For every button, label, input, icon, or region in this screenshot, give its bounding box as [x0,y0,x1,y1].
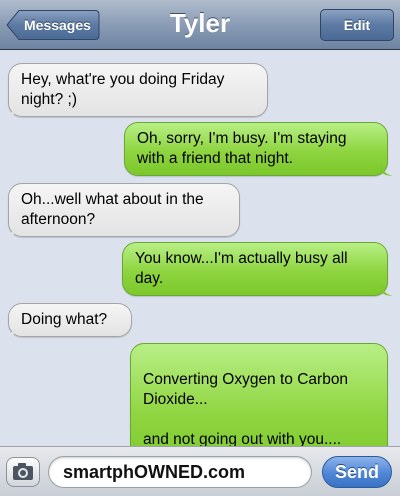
message-text: Oh...well what about in the afternoon? [21,191,204,228]
message-input[interactable]: smartphOWNED.com [48,456,312,488]
camera-icon [13,463,33,480]
message-text: Hey, what're you doing Friday night? ;) [21,71,225,108]
message-bubble-outgoing: You know...I'm actually busy all day. [122,242,393,296]
bubble-tail [3,105,15,117]
composer-bar: smartphOWNED.com Send [0,446,400,496]
send-button[interactable]: Send [322,456,392,488]
message-thread[interactable]: Hey, what're you doing Friday night? ;) … [0,50,400,477]
message-bubble-incoming: Oh...well what about in the afternoon? [3,183,240,237]
message-text: Converting Oxygen to Carbon Dioxide... a… [143,371,349,448]
message-text: Doing what? [21,311,108,328]
bubble-tail [381,284,393,296]
camera-button[interactable] [6,457,40,487]
message-text: Oh, sorry, I'm busy. I'm staying with a … [137,130,347,167]
navigation-bar: Messages Tyler Edit [0,0,400,50]
bubble-tail [3,325,15,337]
edit-button[interactable]: Edit [320,9,394,41]
bubble-tail [381,164,393,176]
message-bubble-incoming: Doing what? [3,303,132,337]
message-text: You know...I'm actually busy all day. [135,250,348,287]
message-bubble-outgoing: Oh, sorry, I'm busy. I'm staying with a … [124,122,393,176]
message-bubble-incoming: Hey, what're you doing Friday night? ;) [3,63,268,117]
bubble-tail [3,225,15,237]
